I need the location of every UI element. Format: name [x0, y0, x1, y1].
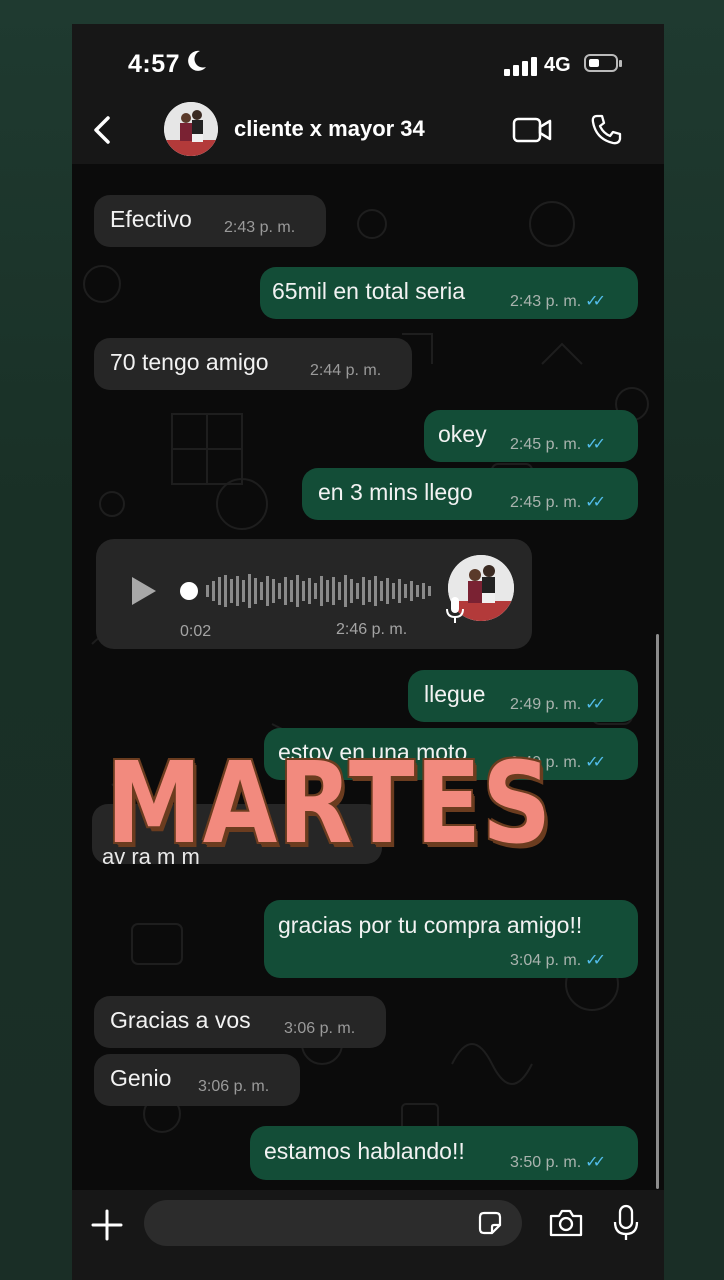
- message-outgoing[interactable]: gracias por tu compra amigo!! 3:04 p. m.…: [264, 900, 638, 978]
- message-outgoing[interactable]: okey 2:45 p. m. ✓✓: [424, 410, 638, 462]
- status-time: 4:57: [128, 50, 181, 78]
- input-bar: [72, 1190, 664, 1280]
- microphone-icon: [444, 595, 466, 625]
- message-outgoing[interactable]: llegue 2:49 p. m. ✓✓: [408, 670, 638, 722]
- message-time: 2:45 p. m. ✓✓: [510, 436, 606, 453]
- microphone-icon[interactable]: [612, 1204, 640, 1242]
- message-outgoing[interactable]: 65mil en total seria 2:43 p. m. ✓✓: [260, 267, 638, 319]
- phone-screen: 4:57 4G cliente x mayor 34 Efectivo 2:43…: [72, 24, 664, 1280]
- phone-call-icon[interactable]: [588, 112, 624, 148]
- story-text-sticker: MARTES: [106, 739, 553, 869]
- message-incoming[interactable]: Genio 3:06 p. m.: [94, 1054, 300, 1106]
- battery-icon: [584, 54, 622, 72]
- message-time: 2:43 p. m. ✓✓: [510, 293, 606, 310]
- moon-icon: [186, 49, 208, 79]
- message-time: 2:44 p. m.: [310, 362, 382, 379]
- message-outgoing[interactable]: en 3 mins llego 2:45 p. m. ✓✓: [302, 468, 638, 520]
- message-incoming[interactable]: Efectivo 2:43 p. m.: [94, 195, 326, 247]
- playback-scrubber[interactable]: [180, 582, 198, 600]
- scrollbar[interactable]: [656, 634, 659, 1189]
- read-ticks-icon: ✓✓: [585, 952, 606, 969]
- video-call-icon[interactable]: [512, 114, 554, 146]
- message-time: 3:06 p. m.: [284, 1020, 356, 1037]
- message-incoming[interactable]: 70 tengo amigo 2:44 p. m.: [94, 338, 412, 390]
- voice-message[interactable]: 0:02 2:46 p. m.: [96, 539, 532, 649]
- message-time: 2:43 p. m.: [224, 219, 296, 236]
- message-time: 2:45 p. m. ✓✓: [510, 494, 606, 511]
- message-time: 2:46 p. m.: [336, 621, 408, 638]
- status-bar: 4:57 4G: [72, 24, 664, 104]
- story-screen: { "status_bar": { "time": "4:57", "netwo…: [0, 0, 724, 1280]
- message-time: 2:49 p. m. ✓✓: [510, 696, 606, 713]
- read-ticks-icon: ✓✓: [585, 1154, 606, 1171]
- chat-header: cliente x mayor 34: [72, 102, 664, 165]
- read-ticks-icon: ✓✓: [585, 436, 606, 453]
- message-incoming[interactable]: Gracias a vos 3:06 p. m.: [94, 996, 386, 1048]
- message-time: 3:04 p. m. ✓✓: [510, 952, 606, 969]
- plus-icon[interactable]: [90, 1208, 124, 1242]
- signal-bars-icon: [504, 56, 538, 76]
- read-ticks-icon: ✓✓: [585, 494, 606, 511]
- contact-avatar[interactable]: [164, 102, 218, 156]
- message-input[interactable]: [144, 1200, 522, 1246]
- message-outgoing[interactable]: estamos hablando!! 3:50 p. m. ✓✓: [250, 1126, 638, 1180]
- waveform: [206, 574, 431, 608]
- voice-duration: 0:02: [180, 623, 212, 640]
- chevron-left-icon[interactable]: [82, 110, 122, 150]
- read-ticks-icon: ✓✓: [585, 293, 606, 310]
- network-type: 4G: [544, 54, 571, 76]
- read-ticks-icon: ✓✓: [585, 754, 606, 771]
- contact-name[interactable]: cliente x mayor 34: [234, 116, 425, 142]
- play-icon[interactable]: [132, 577, 156, 605]
- message-time: 3:06 p. m.: [198, 1078, 270, 1095]
- camera-icon[interactable]: [548, 1208, 584, 1238]
- chat-area: Efectivo 2:43 p. m. 65mil en total seria…: [72, 164, 664, 1190]
- read-ticks-icon: ✓✓: [585, 696, 606, 713]
- message-time: 3:50 p. m. ✓✓: [510, 1154, 606, 1171]
- sticker-icon[interactable]: [476, 1209, 504, 1237]
